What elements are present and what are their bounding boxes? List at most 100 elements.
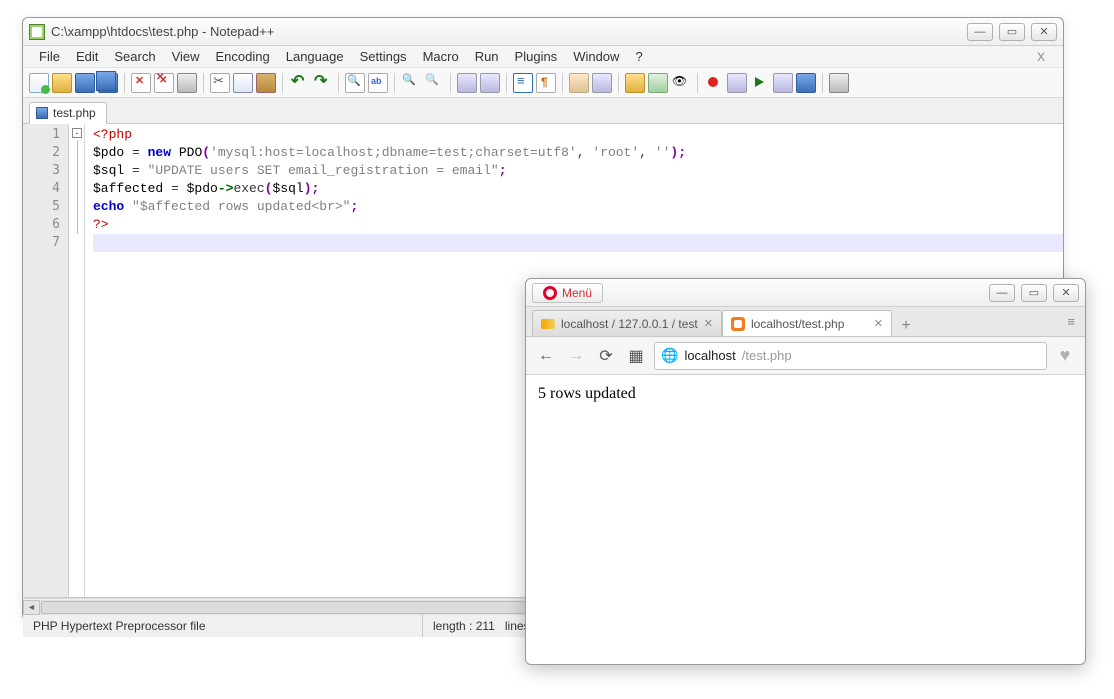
browser-tab-active[interactable]: localhost/test.php ✕ [722,310,892,336]
word-wrap-icon[interactable] [513,73,533,93]
file-tab-label: test.php [53,106,96,120]
replace-icon[interactable] [368,73,388,93]
close-file-icon[interactable] [131,73,151,93]
sync-v-icon[interactable] [457,73,477,93]
opera-menu-button[interactable]: Menü [532,283,603,303]
tab-overflow-icon[interactable]: ≡ [1067,314,1075,329]
separator-icon [282,73,283,93]
separator-icon [394,73,395,93]
record-macro-icon[interactable] [704,73,724,93]
menu-view[interactable]: View [164,47,208,66]
menu-help[interactable]: ? [627,47,650,66]
show-whitespace-icon[interactable] [536,73,556,93]
menu-edit[interactable]: Edit [68,47,106,66]
fold-gutter[interactable]: - [69,124,85,597]
menu-plugins[interactable]: Plugins [507,47,566,66]
copy-icon[interactable] [233,73,253,93]
menu-close-icon[interactable]: X [1029,48,1053,66]
save-all-icon[interactable] [98,73,118,93]
cut-icon[interactable] [210,73,230,93]
maximize-button[interactable]: ▭ [999,23,1025,41]
reload-button[interactable]: ⟳ [594,344,618,368]
toolbar [23,68,1063,98]
separator-icon [562,73,563,93]
func-list-icon[interactable] [648,73,668,93]
browser-tab[interactable]: localhost / 127.0.0.1 / test ✕ [532,310,722,336]
toolbar-extra-icon[interactable] [829,73,849,93]
saved-file-icon [36,107,48,119]
speed-dial-button[interactable]: ▦ [624,344,648,368]
bookmark-heart-icon[interactable]: ♥ [1053,344,1077,368]
line-number: 7 [23,234,60,252]
indent-guide-icon[interactable] [569,73,589,93]
tab-label: localhost / 127.0.0.1 / test [561,317,698,331]
separator-icon [203,73,204,93]
code-token: -> [218,181,234,196]
code-token: 'root' [592,145,639,160]
save-icon[interactable] [75,73,95,93]
zoom-in-icon[interactable] [401,73,421,93]
browser-titlebar[interactable]: Menü — ▭ ✕ [526,279,1085,307]
menu-file[interactable]: File [31,47,68,66]
menu-window[interactable]: Window [565,47,627,66]
line-number: 1 [23,126,60,144]
back-button[interactable]: ← [534,344,558,368]
find-icon[interactable] [345,73,365,93]
titlebar[interactable]: C:\xampp\htdocs\test.php - Notepad++ — ▭… [23,18,1063,46]
address-bar[interactable]: 🌐 localhost/test.php [654,342,1047,370]
close-button[interactable]: ✕ [1053,284,1079,302]
undo-icon[interactable] [289,73,309,93]
close-all-icon[interactable] [154,73,174,93]
phpmyadmin-favicon-icon [541,319,555,329]
play-multi-icon[interactable] [773,73,793,93]
paste-icon[interactable] [256,73,276,93]
maximize-button[interactable]: ▭ [1021,284,1047,302]
user-lang-icon[interactable] [592,73,612,93]
monitor-icon[interactable] [671,73,691,93]
save-macro-icon[interactable] [796,73,816,93]
current-line-highlight [93,234,1063,252]
line-number: 2 [23,144,60,162]
status-label: length : [433,619,472,633]
separator-icon [450,73,451,93]
menu-macro[interactable]: Macro [415,47,467,66]
zoom-out-icon[interactable] [424,73,444,93]
new-tab-button[interactable]: + [896,316,916,336]
code-token: <? [93,127,109,142]
tab-close-icon[interactable]: ✕ [874,317,883,330]
play-macro-icon[interactable] [750,73,770,93]
scroll-left-icon[interactable]: ◄ [23,600,40,615]
opera-menu-label: Menü [562,286,592,300]
sync-h-icon[interactable] [480,73,500,93]
site-info-icon[interactable]: 🌐 [661,347,678,364]
stop-macro-icon[interactable] [727,73,747,93]
file-tab[interactable]: test.php [29,102,107,124]
code-token: = [124,163,147,178]
menu-run[interactable]: Run [467,47,507,66]
fold-collapse-icon[interactable]: - [72,128,82,138]
redo-icon[interactable] [312,73,332,93]
code-token: $affected [93,181,163,196]
menu-encoding[interactable]: Encoding [208,47,278,66]
minimize-button[interactable]: — [967,23,993,41]
print-icon[interactable] [177,73,197,93]
new-file-icon[interactable] [29,73,49,93]
url-host: localhost [684,348,735,363]
menu-bar[interactable]: File Edit Search View Encoding Language … [23,46,1063,68]
opera-logo-icon [543,286,557,300]
doc-map-icon[interactable] [625,73,645,93]
code-token: ; [350,199,358,214]
window-title: C:\xampp\htdocs\test.php - Notepad++ [51,24,274,39]
minimize-button[interactable]: — [989,284,1015,302]
open-file-icon[interactable] [52,73,72,93]
separator-icon [697,73,698,93]
menu-language[interactable]: Language [278,47,352,66]
menu-settings[interactable]: Settings [352,47,415,66]
code-token: $sql [272,181,303,196]
tab-label: localhost/test.php [751,317,868,331]
menu-search[interactable]: Search [106,47,163,66]
forward-button[interactable]: → [564,344,588,368]
close-button[interactable]: ✕ [1031,23,1057,41]
tab-close-icon[interactable]: ✕ [704,317,713,330]
code-token: '' [655,145,671,160]
